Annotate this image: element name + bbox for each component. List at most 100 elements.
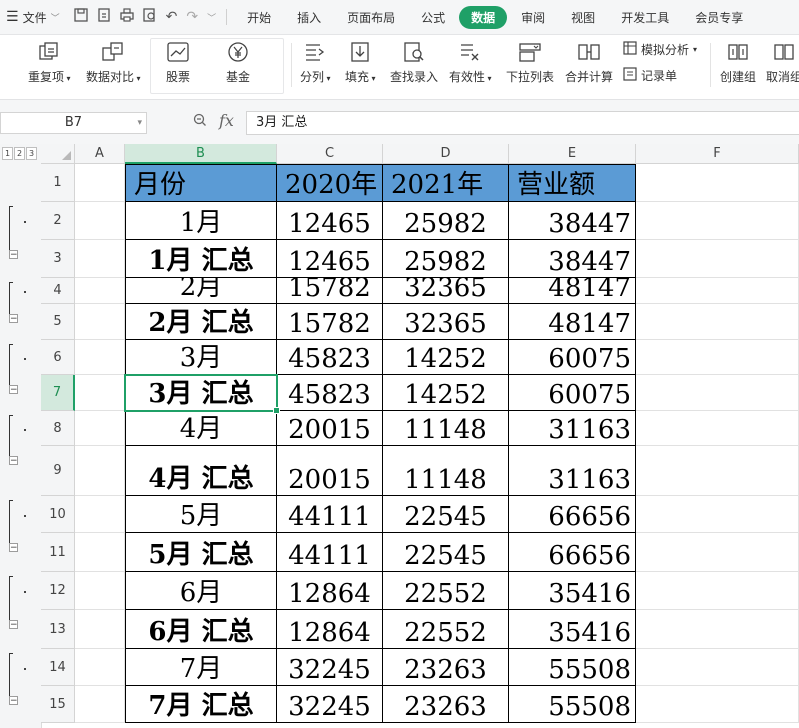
cell-f3[interactable] [636,240,799,278]
column-header-b[interactable]: B [125,144,277,164]
zoom-magnifier-icon[interactable] [193,113,207,131]
row-header-10[interactable]: 10 [41,496,75,533]
redo-icon[interactable]: ↷ [186,9,198,25]
cell-b1[interactable]: 月份 [125,164,277,202]
cell-b2[interactable]: 1月 [125,202,277,240]
record-form-button[interactable]: 记录单 [623,67,677,84]
cell-c14[interactable]: 32245 [277,649,383,686]
row-header-14[interactable]: 14 [41,649,75,686]
cell-c2[interactable]: 12465 [277,202,383,240]
split-column-button[interactable]: 分列 ▾ [300,39,331,85]
cell-b14[interactable]: 7月 [125,649,277,686]
column-header-d[interactable]: D [383,144,509,164]
lookup-entry-button[interactable]: 查找录入 [390,39,438,85]
collapse-group-button[interactable]: − [9,250,18,260]
cell-f6[interactable] [636,340,799,375]
ungroup-button[interactable]: 取消组 [766,39,799,85]
collapse-group-button[interactable]: − [9,385,18,395]
row-header-7[interactable]: 7 [41,375,75,411]
cell-a8[interactable] [75,411,125,446]
cell-c10[interactable]: 44111 [277,496,383,533]
cell-f14[interactable] [636,649,799,686]
cell-e9[interactable]: 31163 [509,446,636,496]
column-header-f[interactable]: F [636,144,799,164]
validity-button[interactable]: 有效性 ▾ [449,39,492,85]
chevron-down-icon[interactable]: ▾ [137,113,142,133]
row-header-6[interactable]: 6 [41,340,75,375]
cell-d12[interactable]: 22552 [383,572,509,610]
cell-d2[interactable]: 25982 [383,202,509,240]
cell-f8[interactable] [636,411,799,446]
collapse-group-button[interactable]: − [9,620,18,630]
cell-f4[interactable] [636,278,799,304]
consolidate-button[interactable]: 合并计算 [565,39,613,85]
cell-f12[interactable] [636,572,799,610]
row-header-4[interactable]: 4 [41,278,75,304]
cell-f15[interactable] [636,686,799,723]
cell-c7[interactable]: 45823 [277,375,383,411]
row-header-9[interactable]: 9 [41,446,75,496]
cell-d1[interactable]: 2021年 [383,164,509,202]
outline-level-3-button[interactable]: 3 [26,147,37,160]
cell-f2[interactable] [636,202,799,240]
cell-f13[interactable] [636,610,799,649]
cell-e11[interactable]: 66656 [509,533,636,572]
cell-a1[interactable] [75,164,125,202]
column-header-c[interactable]: C [277,144,383,164]
cell-b8[interactable]: 4月 [125,411,277,446]
stock-button[interactable]: 股票 [166,39,190,85]
cell-b13[interactable]: 6月 汇总 [125,610,277,649]
row-header-11[interactable]: 11 [41,533,75,572]
cell-d6[interactable]: 14252 [383,340,509,375]
cell-b15[interactable]: 7月 汇总 [125,686,277,723]
column-header-a[interactable]: A [75,144,125,164]
tab-2[interactable]: 页面布局 [335,6,407,29]
cell-c8[interactable]: 20015 [277,411,383,446]
cell-a4[interactable] [75,278,125,304]
fill-button[interactable]: 填充 ▾ [345,39,376,85]
cell-a2[interactable] [75,202,125,240]
cell-a15[interactable] [75,686,125,723]
fx-icon[interactable]: fx [219,111,234,130]
export-pdf-icon[interactable] [97,8,111,26]
cell-d5[interactable]: 32365 [383,304,509,340]
file-menu[interactable]: ☰ 文件 ﹀ [6,9,60,26]
tab-7[interactable]: 开发工具 [609,6,681,29]
cell-e5[interactable]: 48147 [509,304,636,340]
cell-e3[interactable]: 38447 [509,240,636,278]
row-header-15[interactable]: 15 [41,686,75,723]
cell-e12[interactable]: 35416 [509,572,636,610]
cell-c9[interactable]: 20015 [277,446,383,496]
cell-f11[interactable] [636,533,799,572]
cell-d4[interactable]: 32365 [383,278,509,304]
cell-c15[interactable]: 32245 [277,686,383,723]
data-compare-button[interactable]: 数据对比 ▾ [86,39,141,85]
cell-f10[interactable] [636,496,799,533]
cell-a10[interactable] [75,496,125,533]
cell-d14[interactable]: 23263 [383,649,509,686]
row-header-12[interactable]: 12 [41,572,75,610]
cell-c11[interactable]: 44111 [277,533,383,572]
row-header-13[interactable]: 13 [41,610,75,649]
cell-b3[interactable]: 1月 汇总 [125,240,277,278]
cell-c13[interactable]: 12864 [277,610,383,649]
cell-b11[interactable]: 5月 汇总 [125,533,277,572]
cell-f5[interactable] [636,304,799,340]
outline-level-2-button[interactable]: 2 [14,147,25,160]
cell-e4[interactable]: 48147 [509,278,636,304]
cell-b6[interactable]: 3月 [125,340,277,375]
cell-e7[interactable]: 60075 [509,375,636,411]
cell-d10[interactable]: 22545 [383,496,509,533]
collapse-group-button[interactable]: − [9,696,18,706]
cell-d11[interactable]: 22545 [383,533,509,572]
collapse-group-button[interactable]: − [9,314,18,324]
save-icon[interactable] [73,8,88,26]
cell-a13[interactable] [75,610,125,649]
cell-d3[interactable]: 25982 [383,240,509,278]
dropdown-list-button[interactable]: 下拉列表 [506,39,554,85]
cell-b7[interactable]: 3月 汇总 [125,375,277,411]
simulate-analysis-button[interactable]: 模拟分析 ▾ [623,41,697,58]
cell-d9[interactable]: 11148 [383,446,509,496]
cell-b4[interactable]: 2月 [125,278,277,304]
cell-b5[interactable]: 2月 汇总 [125,304,277,340]
